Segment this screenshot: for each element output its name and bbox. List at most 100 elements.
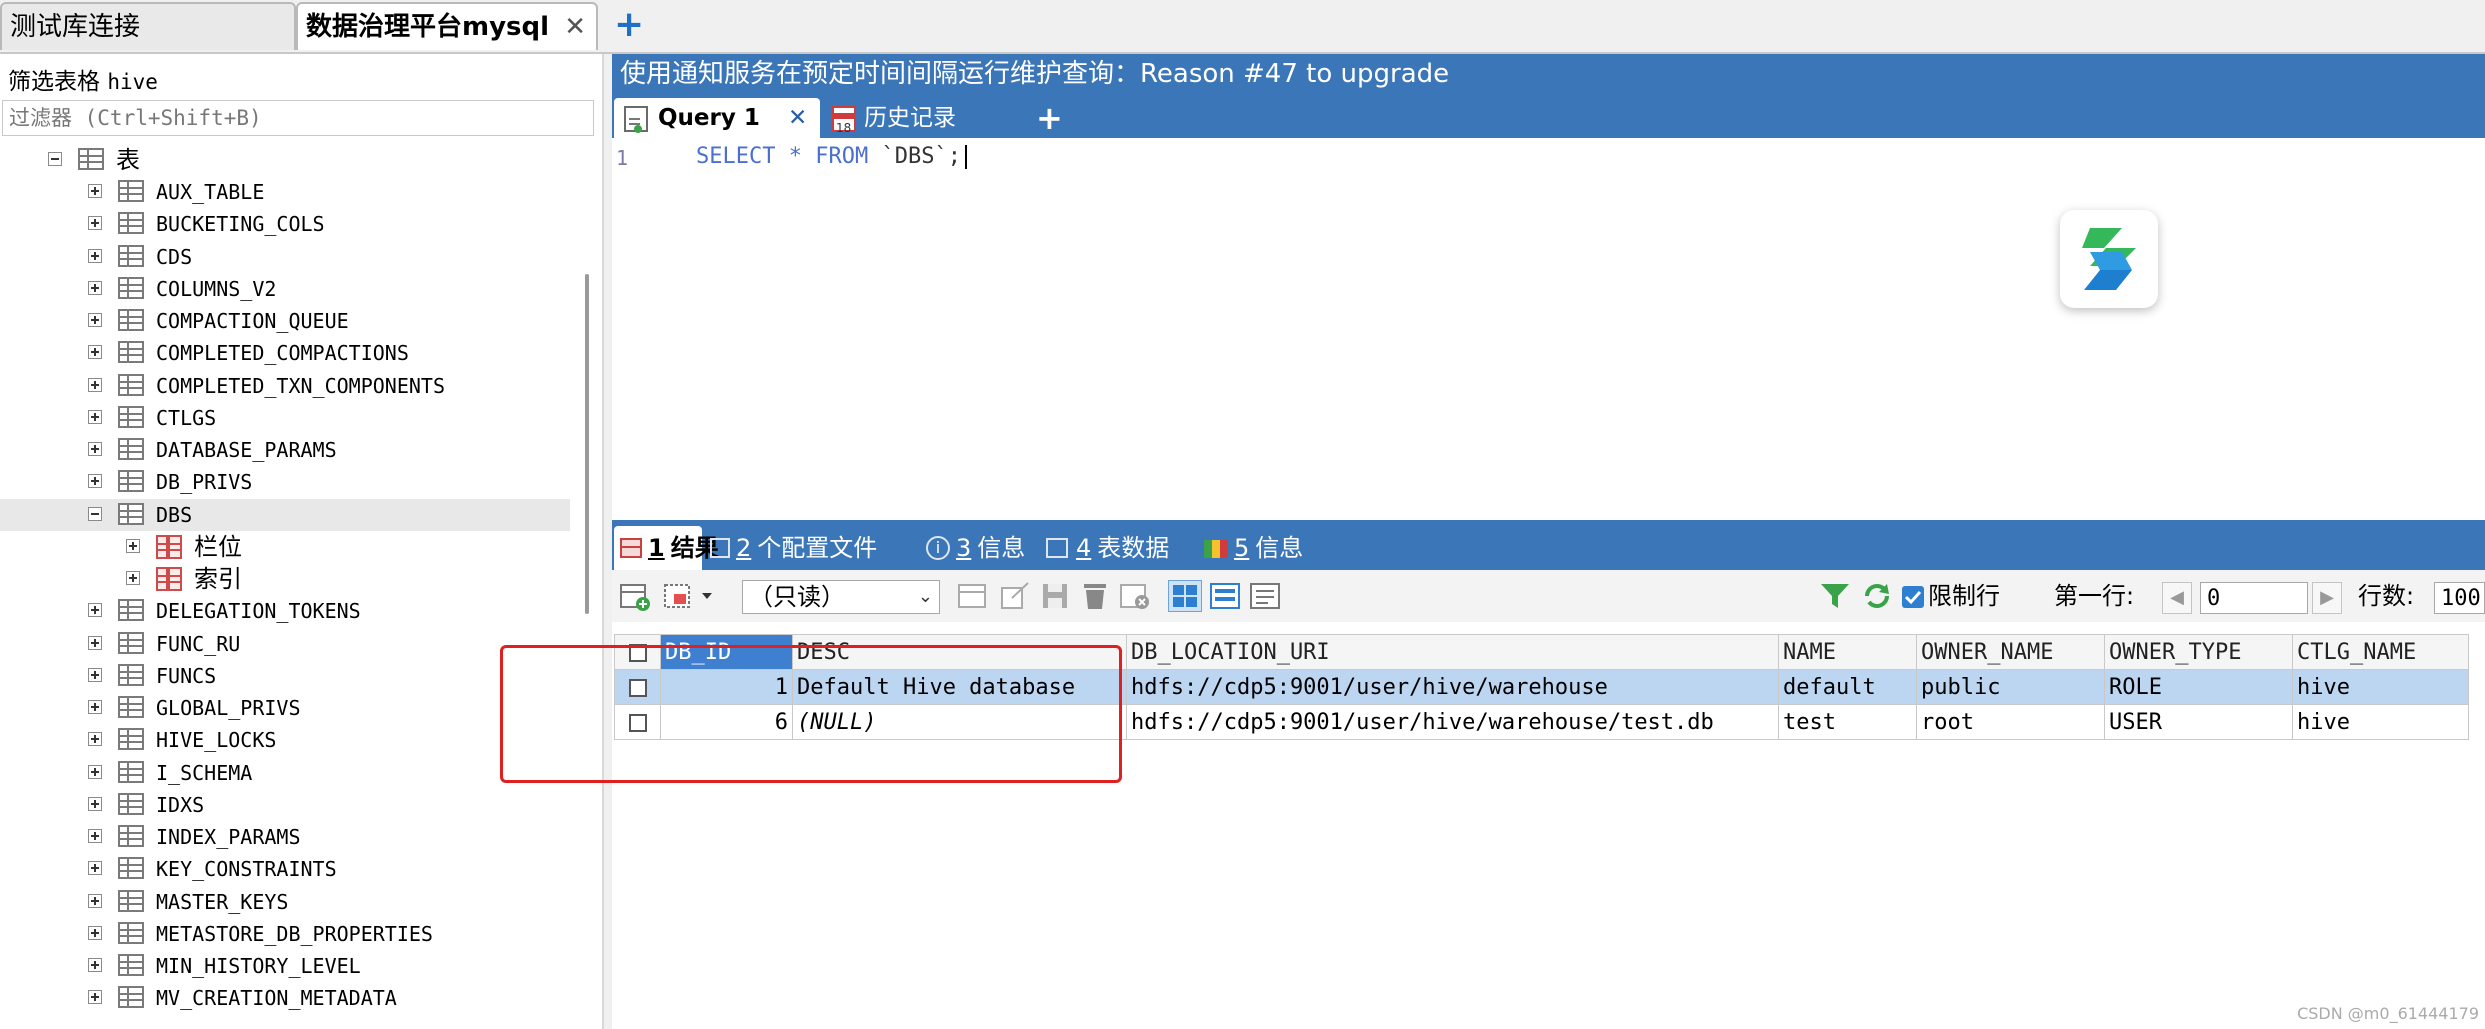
expand-icon[interactable] [88, 184, 102, 199]
tab-data-governance-mysql[interactable]: 数据治理平台mysql ✕ [296, 2, 598, 50]
expand-icon[interactable] [88, 603, 102, 618]
tree-node-table[interactable]: DELEGATION_TOKENS [0, 595, 570, 627]
expand-icon[interactable] [88, 796, 102, 811]
add-row-icon[interactable] [618, 580, 652, 612]
tree-node-table[interactable]: IDXS [0, 789, 570, 821]
table-cell[interactable]: root [1916, 704, 2105, 740]
table-cell[interactable]: hive [2292, 704, 2469, 740]
tree-node-table[interactable]: DBS [0, 498, 570, 531]
tree-node-table[interactable]: GLOBAL_PRIVS [0, 692, 570, 724]
next-page-button[interactable]: ▶ [2312, 582, 2342, 614]
expand-icon[interactable] [126, 538, 140, 553]
expand-icon[interactable] [88, 345, 102, 360]
table-cell[interactable]: test [1778, 704, 1917, 740]
tree-node-table[interactable]: COMPACTION_QUEUE [0, 305, 570, 337]
tab-info[interactable]: i 3 信息 [924, 526, 1034, 570]
tree-node-table[interactable]: CTLGS [0, 402, 570, 434]
expand-icon[interactable] [88, 667, 102, 682]
tree-node-table[interactable]: DATABASE_PARAMS [0, 434, 570, 466]
tree-node-table[interactable]: COMPLETED_COMPACTIONS [0, 337, 570, 369]
tab-query-1[interactable]: Query 1 ✕ [614, 98, 820, 138]
expand-icon[interactable] [88, 409, 102, 424]
expand-icon[interactable] [88, 442, 102, 457]
table-cell[interactable]: ROLE [2104, 669, 2293, 705]
add-query-button[interactable]: + [1036, 98, 1076, 138]
limit-rows-checkbox[interactable] [1902, 586, 1924, 608]
tree-node-table[interactable]: BUCKETING_COLS [0, 208, 570, 240]
expand-icon[interactable] [88, 861, 102, 876]
tree-node-table[interactable]: COMPLETED_TXN_COMPONENTS [0, 370, 570, 402]
table-cell[interactable]: default [1778, 669, 1917, 705]
sql-code[interactable]: SELECT * FROM `DBS`; [696, 144, 967, 169]
expand-icon[interactable] [88, 925, 102, 940]
tree-node-table[interactable]: KEY_CONSTRAINTS [0, 853, 570, 885]
form-view-icon[interactable] [1208, 580, 1242, 612]
collapse-icon[interactable] [88, 506, 102, 521]
column-header[interactable]: NAME [1778, 634, 1917, 670]
tree-node-table[interactable]: MV_CREATION_METADATA [0, 982, 570, 1014]
expand-icon[interactable] [88, 377, 102, 392]
tree-node-table[interactable]: INDEX_PARAMS [0, 821, 570, 853]
tree-node-table[interactable]: DB_PRIVS [0, 466, 570, 498]
tree-node-table[interactable]: METASTORE_DB_PROPERTIES [0, 918, 570, 950]
expand-icon[interactable] [88, 829, 102, 844]
first-row-input[interactable] [2200, 582, 2308, 614]
tab-history[interactable]: 18 历史记录 [824, 98, 956, 138]
close-icon[interactable]: ✕ [788, 98, 807, 138]
tree-node-child[interactable]: 索引 [0, 563, 570, 595]
filter-icon[interactable] [1818, 580, 1852, 612]
discard-icon[interactable] [1118, 580, 1152, 612]
expand-icon[interactable] [88, 764, 102, 779]
app-logo-icon[interactable] [2060, 210, 2158, 308]
add-tab-button[interactable]: + [614, 4, 644, 45]
open-external-icon[interactable] [998, 580, 1032, 612]
tab-table-data[interactable]: 4 表数据 [1044, 526, 1184, 570]
expand-icon[interactable] [88, 732, 102, 747]
row-count-input[interactable] [2434, 582, 2485, 614]
table-cell[interactable]: USER [2104, 704, 2293, 740]
column-header[interactable]: OWNER_NAME [1916, 634, 2105, 670]
save-icon[interactable] [1038, 580, 1072, 612]
filter-input[interactable] [2, 100, 594, 136]
expand-icon[interactable] [88, 893, 102, 908]
expand-icon[interactable] [88, 280, 102, 295]
close-icon[interactable]: ✕ [564, 4, 586, 50]
tab-info-2[interactable]: 5 信息 [1202, 526, 1322, 570]
table-cell[interactable]: hdfs://cdp5:9001/user/hive/warehouse/tes… [1126, 704, 1779, 740]
tree-node-table[interactable]: MASTER_KEYS [0, 886, 570, 918]
text-view-icon[interactable] [1248, 580, 1282, 612]
expand-icon[interactable] [88, 474, 102, 489]
refresh-icon[interactable] [1860, 580, 1894, 612]
edit-cell-icon[interactable] [956, 580, 990, 612]
column-header[interactable]: OWNER_TYPE [2104, 634, 2293, 670]
tab-test-connection[interactable]: 测试库连接 [0, 2, 296, 50]
collapse-icon[interactable] [48, 152, 62, 166]
tree-node-table[interactable]: MIN_HISTORY_LEVEL [0, 950, 570, 982]
tree-node-table[interactable]: CDS [0, 241, 570, 273]
tree-node-table[interactable]: FUNC_RU [0, 628, 570, 660]
expand-icon[interactable] [88, 990, 102, 1005]
tree-node-table[interactable]: FUNCS [0, 660, 570, 692]
grid-view-icon[interactable] [1168, 580, 1202, 612]
tree-node-table[interactable]: I_SCHEMA [0, 757, 570, 789]
delete-icon[interactable] [1078, 580, 1112, 612]
column-header[interactable]: DB_LOCATION_URI [1126, 634, 1779, 670]
tree-node-table[interactable]: AUX_TABLE [0, 176, 570, 208]
tab-profiles[interactable]: 2 个配置文件 [708, 526, 908, 570]
tree-node-table[interactable]: HIVE_LOCKS [0, 724, 570, 756]
prev-page-button[interactable]: ◀ [2162, 582, 2192, 614]
expand-icon[interactable] [88, 635, 102, 650]
upgrade-notice[interactable]: 使用通知服务在预定时间间隔运行维护查询：Reason #47 to upgrad… [612, 54, 2485, 94]
expand-icon[interactable] [88, 700, 102, 715]
column-header[interactable]: CTLG_NAME [2292, 634, 2469, 670]
table-cell[interactable]: hive [2292, 669, 2469, 705]
expand-icon[interactable] [88, 248, 102, 263]
expand-icon[interactable] [88, 216, 102, 231]
tree-node-tables[interactable]: 表 [0, 144, 570, 176]
expand-icon[interactable] [126, 571, 140, 586]
tree-node-table[interactable]: COLUMNS_V2 [0, 273, 570, 305]
sql-editor[interactable]: 1 SELECT * FROM `DBS`; [612, 138, 2485, 520]
table-cell[interactable]: public [1916, 669, 2105, 705]
export-dropdown-icon[interactable] [662, 580, 720, 612]
expand-icon[interactable] [88, 958, 102, 972]
